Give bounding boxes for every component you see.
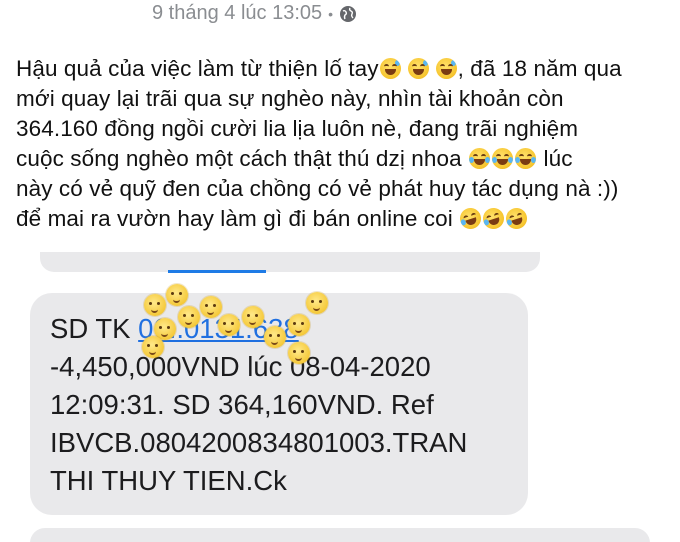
post-text-segment: lúc [537, 146, 573, 171]
post-text-segment: cuộc sống nghèo một cách thật thú dzị nh… [16, 146, 462, 171]
tears-of-joy-emoji-icon [469, 148, 491, 169]
tears-of-joy-emoji-icon [515, 148, 537, 169]
laughing-sticker-icon [178, 306, 200, 328]
post-timestamp[interactable]: 9 tháng 4 lúc 13:05 [152, 2, 322, 25]
laughing-sticker-icon [218, 314, 240, 336]
meta-separator: • [328, 5, 334, 22]
laughing-sticker-icon [288, 314, 310, 336]
post-line: 364.160 đồng ngồi cười lia lịa luôn nè, … [16, 116, 579, 141]
post-meta: 9 tháng 4 lúc 13:05 • [152, 2, 357, 25]
sms-line: IBVCB.0804200834801003.TRAN [50, 427, 468, 458]
laughing-sticker-icon [166, 284, 188, 306]
post-line: để mai ra vườn hay làm gì đi bán online … [16, 204, 676, 234]
laughing-sticker-icon [144, 294, 166, 316]
laughing-sticker-icon [200, 296, 222, 318]
post-header: 9 tháng 4 lúc 13:05 • [0, 0, 680, 30]
post-line: này có vẻ quỹ đen của chồng có vẻ phát h… [16, 176, 619, 201]
laughing-sticker-icon [142, 336, 164, 358]
sticker-overlay [138, 284, 338, 374]
post-line: Hậu quả của việc làm từ thiện lố tay , đã… [16, 54, 676, 84]
tears-of-joy-emoji-icon [492, 148, 514, 169]
post-text-segment: , đã 18 năm qua [457, 56, 622, 81]
post-text-segment: Hậu quả của việc làm từ thiện lố tay [16, 56, 379, 81]
post-body: Hậu quả của việc làm từ thiện lố tay , đã… [16, 54, 676, 234]
rolling-on-floor-laughing-emoji-icon [480, 205, 507, 232]
previous-message-bubble [40, 252, 540, 272]
grinning-sweat-emoji-icon [435, 58, 457, 79]
previous-message-link-underline [168, 270, 266, 273]
sms-line: 12:09:31. SD 364,160VND. Ref [50, 389, 434, 420]
screenshot: 9 tháng 4 lúc 13:05 • Hậu quả của việc l… [0, 0, 680, 542]
sms-line: THI THUY TIEN.Ck [50, 465, 287, 496]
laughing-sticker-icon [242, 306, 264, 328]
laughing-sticker-icon [264, 326, 286, 348]
laughing-sticker-icon [288, 342, 310, 364]
grinning-sweat-emoji-icon [407, 58, 429, 79]
globe-icon[interactable] [339, 5, 357, 23]
rolling-on-floor-laughing-emoji-icon [457, 205, 484, 232]
laughing-sticker-icon [306, 292, 328, 314]
post-line: cuộc sống nghèo một cách thật thú dzị nh… [16, 144, 676, 174]
post-text-segment: để mai ra vườn hay làm gì đi bán online … [16, 206, 453, 231]
grinning-sweat-emoji-icon [379, 58, 401, 79]
post-line: mới quay lại trãi qua sự nghèo này, nhìn… [16, 86, 564, 111]
rolling-on-floor-laughing-emoji-icon [503, 205, 530, 232]
sms-text-segment: SD TK [50, 313, 139, 344]
next-message-bubble [30, 528, 650, 542]
